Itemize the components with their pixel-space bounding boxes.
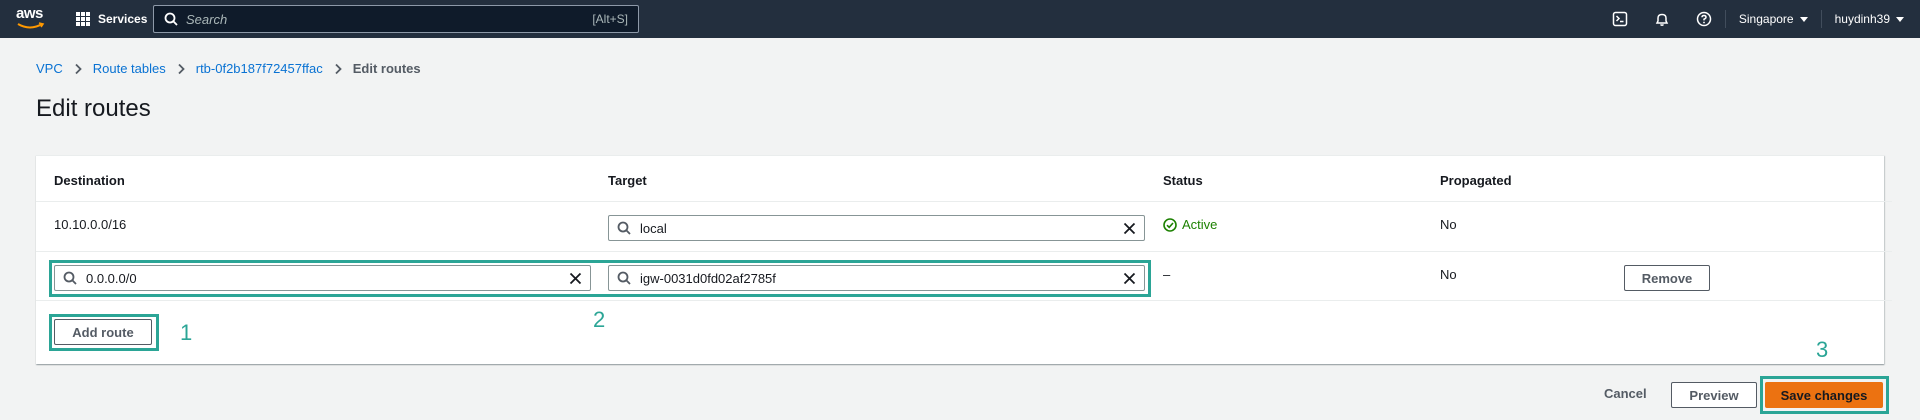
search-shortcut-hint: [Alt+S] <box>592 12 628 26</box>
cloudshell-icon <box>1612 11 1628 27</box>
region-label: Singapore <box>1738 12 1794 26</box>
clear-icon[interactable] <box>1123 272 1136 285</box>
chevron-right-icon <box>334 63 342 75</box>
services-label: Services <box>98 12 148 26</box>
breadcrumb-route-table-id[interactable]: rtb-0f2b187f72457ffac <box>196 61 323 76</box>
save-changes-button[interactable]: Save changes <box>1765 382 1883 408</box>
search-input[interactable] <box>186 11 593 27</box>
row1-destination: 10.10.0.0/16 <box>54 217 127 232</box>
annotation-number-2: 2 <box>593 307 606 332</box>
check-circle-icon <box>1163 217 1177 232</box>
row1-target-field[interactable] <box>608 215 1145 241</box>
breadcrumb: VPC Route tables rtb-0f2b187f72457ffac E… <box>36 61 421 76</box>
breadcrumb-current: Edit routes <box>352 61 421 76</box>
routes-panel: Destination Target Status Propagated 10.… <box>36 155 1892 364</box>
search-icon <box>617 221 631 235</box>
row1-status-text: Active <box>1182 217 1218 232</box>
row1-status: Active <box>1163 217 1217 232</box>
user-label: huydinh39 <box>1834 12 1890 26</box>
row-divider <box>36 300 1892 301</box>
breadcrumb-route-tables[interactable]: Route tables <box>93 61 166 76</box>
cloudshell-button[interactable] <box>1599 0 1641 38</box>
header-status: Status <box>1163 173 1203 188</box>
header-destination: Destination <box>54 173 125 188</box>
search-icon <box>617 271 631 285</box>
header-target: Target <box>608 173 647 188</box>
aws-logo-text: aws <box>16 5 43 22</box>
aws-smile-icon <box>17 22 45 29</box>
breadcrumb-vpc[interactable]: VPC <box>36 61 63 76</box>
chevron-right-icon <box>74 63 82 75</box>
bell-icon <box>1655 13 1669 26</box>
aws-logo[interactable]: aws <box>16 6 46 30</box>
header-propagated: Propagated <box>1440 173 1512 188</box>
grid-icon <box>76 12 90 26</box>
account-menu[interactable]: huydinh39 <box>1822 0 1920 38</box>
row2-propagated: No <box>1440 267 1457 282</box>
row2-target-field[interactable] <box>608 265 1145 291</box>
caret-down-icon <box>1896 16 1904 22</box>
preview-button[interactable]: Preview <box>1671 382 1757 408</box>
row-divider <box>36 201 1892 202</box>
top-navigation-bar: aws Services [Alt+S] <box>0 0 1920 38</box>
add-route-button[interactable]: Add route <box>54 319 152 345</box>
services-menu-button[interactable]: Services <box>76 10 147 28</box>
caret-down-icon <box>1799 16 1808 22</box>
row1-propagated: No <box>1440 217 1457 232</box>
row2-destination-field[interactable] <box>54 265 591 291</box>
clear-icon[interactable] <box>1123 222 1136 235</box>
cancel-button[interactable]: Cancel <box>1604 386 1647 401</box>
search-icon <box>164 12 178 26</box>
row2-destination-input[interactable] <box>86 270 569 286</box>
notifications-button[interactable] <box>1641 0 1683 38</box>
region-selector[interactable]: Singapore <box>1726 0 1821 38</box>
chevron-right-icon <box>177 63 185 75</box>
global-search-box[interactable]: [Alt+S] <box>153 5 639 33</box>
remove-route-button[interactable]: Remove <box>1624 265 1710 291</box>
row1-target-input[interactable] <box>640 220 1123 236</box>
annotation-number-3: 3 <box>1816 337 1829 362</box>
row-divider <box>36 251 1892 252</box>
help-button[interactable] <box>1683 0 1725 38</box>
annotation-number-1: 1 <box>180 320 193 345</box>
help-icon <box>1696 11 1712 27</box>
row2-target-input[interactable] <box>640 270 1123 286</box>
search-icon <box>63 271 77 285</box>
page-title: Edit routes <box>36 95 151 122</box>
row2-status: – <box>1163 267 1171 282</box>
clear-icon[interactable] <box>569 272 582 285</box>
